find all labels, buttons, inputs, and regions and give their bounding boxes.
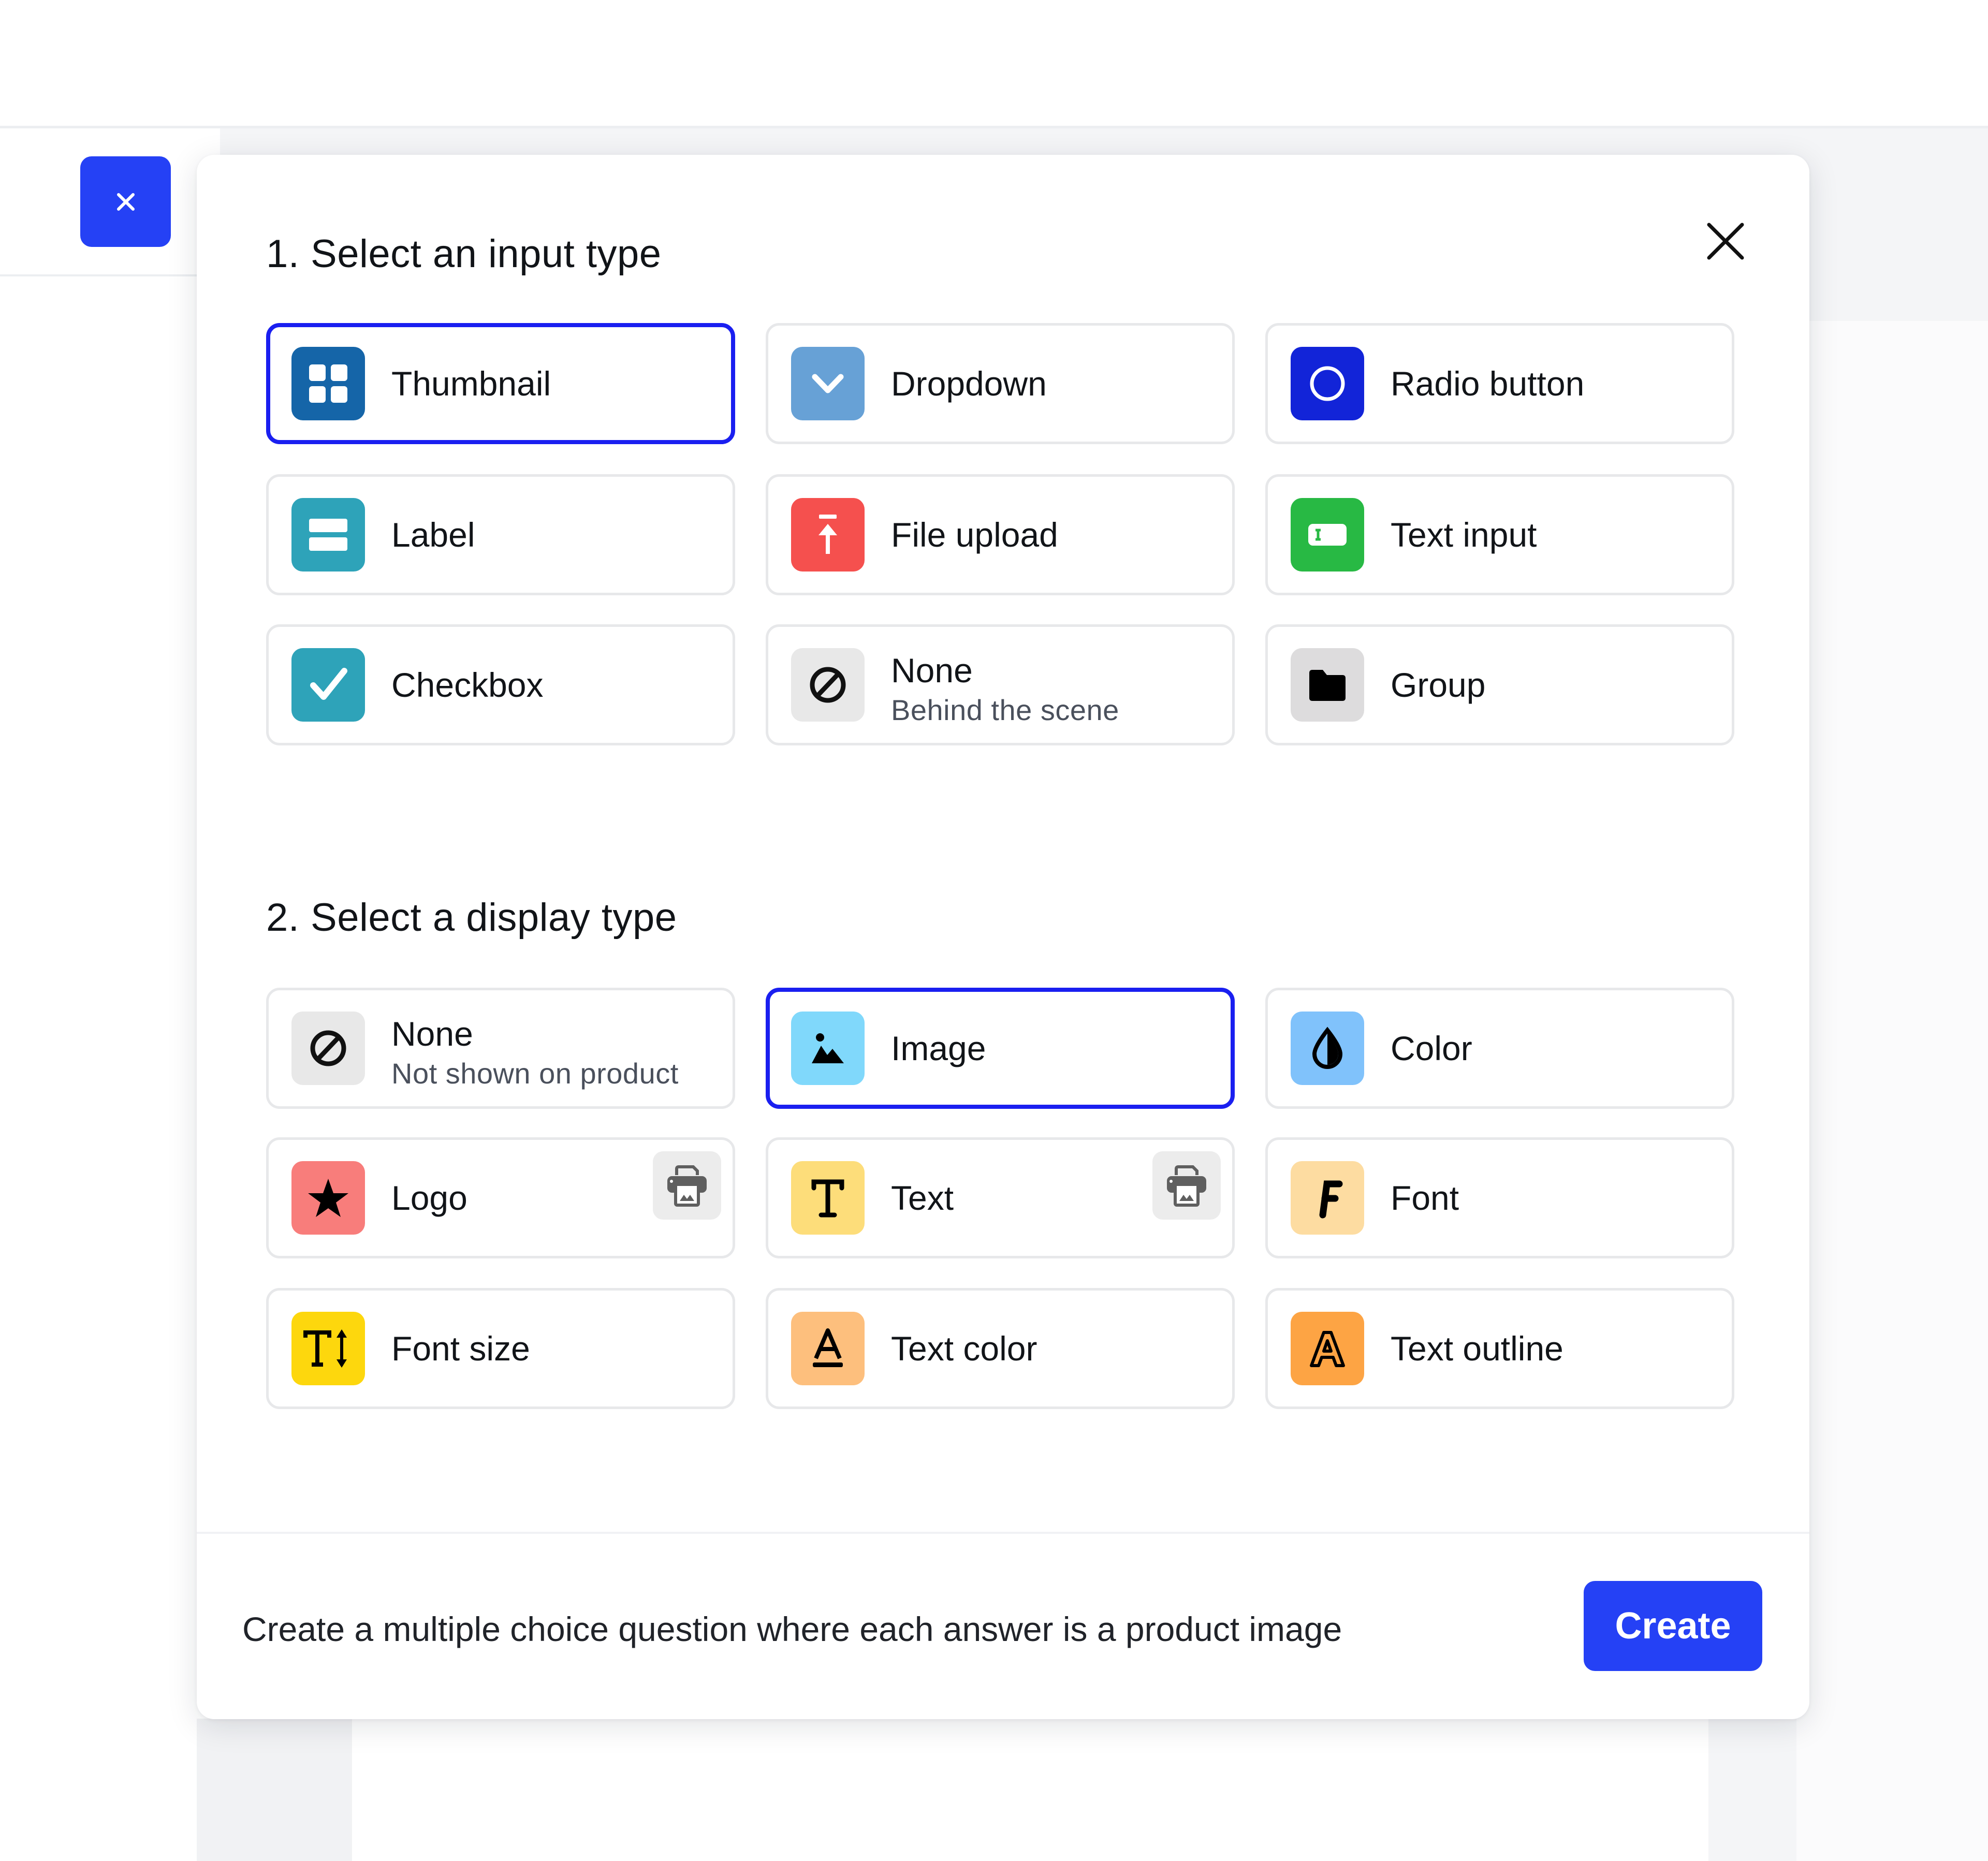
input-type-none[interactable]: None Behind the scene [766,624,1235,745]
card-label: Color [1391,1029,1472,1067]
drop-icon [1291,1012,1364,1085]
input-type-checkbox[interactable]: Checkbox [266,624,735,745]
card-label: File upload [891,516,1058,554]
input-type-group[interactable]: Group [1265,624,1734,745]
radio-icon [1291,347,1364,420]
font-size-icon [291,1312,365,1385]
card-label: Image [891,1029,986,1067]
input-type-text-input[interactable]: Text input [1265,474,1734,595]
background-right-panel [1796,321,1988,1861]
input-type-heading: 1. Select an input type [266,232,662,276]
card-label: Thumbnail [391,364,551,403]
close-icon [1707,223,1744,260]
card-label: Checkbox [391,666,544,704]
display-type-color[interactable]: Color [1265,988,1734,1109]
display-type-font-size[interactable]: Font size [266,1288,735,1409]
none-icon [291,1012,365,1085]
printer-icon [1167,1165,1206,1207]
card-label: Group [1391,666,1486,704]
display-type-text-outline[interactable]: Text outline [1265,1288,1734,1409]
display-type-none[interactable]: None Not shown on product [266,988,735,1109]
display-type-text-color[interactable]: Text color [766,1288,1235,1409]
none-icon [791,648,865,722]
card-label: Font [1391,1179,1459,1217]
card-label: Text [891,1179,954,1217]
chevron-down-icon [791,347,865,420]
create-question-modal: 1. Select an input type Thumbnail Dropdo… [197,155,1809,1719]
selection-description: Create a multiple choice question where … [242,1610,1342,1648]
star-icon [291,1161,365,1235]
input-type-radio-button[interactable]: Radio button [1265,323,1734,444]
create-button[interactable]: Create [1584,1581,1762,1671]
background-left-panel [0,128,220,1861]
card-label: Logo [391,1179,467,1217]
card-label: Text input [1391,516,1537,554]
background-divider [0,274,220,276]
printable-badge [1152,1151,1221,1220]
input-type-label[interactable]: Label [266,474,735,595]
card-label: Font size [391,1329,530,1368]
card-label: None [391,1015,473,1053]
font-f-icon [1291,1161,1364,1235]
text-t-icon [791,1161,865,1235]
close-icon [116,193,135,211]
close-side-button[interactable] [80,156,171,247]
display-type-image[interactable]: Image [766,988,1235,1109]
text-input-icon [1291,498,1364,572]
card-label: None [891,651,973,690]
text-outline-icon [1291,1312,1364,1385]
display-type-logo[interactable]: Logo [266,1137,735,1258]
input-type-dropdown[interactable]: Dropdown [766,323,1235,444]
grid-icon [291,347,365,420]
printer-icon [667,1165,707,1207]
checkmark-icon [291,648,365,722]
card-label: Dropdown [891,364,1047,403]
background-canvas [352,1719,1708,1861]
display-type-font[interactable]: Font [1265,1137,1734,1258]
top-bar [0,0,1988,128]
card-label: Label [391,516,475,554]
card-sublabel: Not shown on product [391,1057,679,1090]
footer-divider [197,1532,1809,1534]
card-label: Radio button [1391,364,1585,403]
display-type-heading: 2. Select a display type [266,896,677,940]
printable-badge [653,1151,721,1220]
card-label: Text outline [1391,1329,1563,1368]
label-icon [291,498,365,572]
folder-icon [1291,648,1364,722]
input-type-file-upload[interactable]: File upload [766,474,1235,595]
card-label: Text color [891,1329,1037,1368]
modal-close-button[interactable] [1697,213,1754,270]
background-side-column [197,1719,352,1861]
image-icon [791,1012,865,1085]
upload-icon [791,498,865,572]
card-sublabel: Behind the scene [891,694,1119,726]
input-type-thumbnail[interactable]: Thumbnail [266,323,735,444]
display-type-text[interactable]: Text [766,1137,1235,1258]
text-color-icon [791,1312,865,1385]
